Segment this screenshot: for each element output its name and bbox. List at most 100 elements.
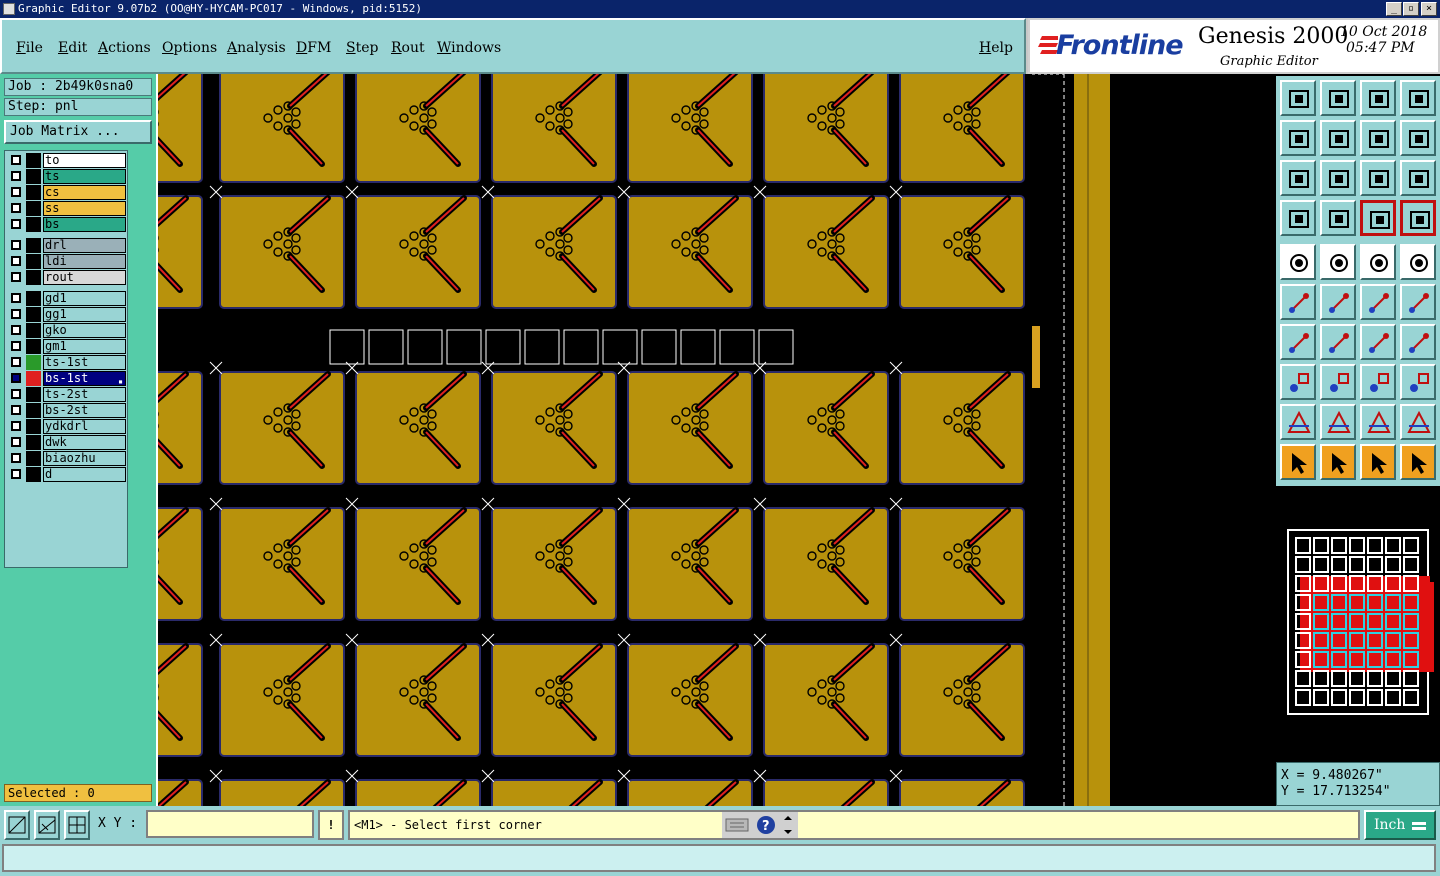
- select-button[interactable]: [1280, 444, 1316, 480]
- layer-checkbox[interactable]: [11, 155, 21, 165]
- layer-name[interactable]: gg1: [43, 307, 126, 322]
- query-button[interactable]: [1400, 160, 1436, 196]
- layer-checkbox[interactable]: [11, 357, 21, 367]
- grid-button[interactable]: [64, 810, 90, 840]
- menu-windows[interactable]: Windows: [437, 40, 501, 56]
- measure-button[interactable]: [1360, 244, 1396, 280]
- layer-name[interactable]: bs: [43, 217, 126, 232]
- keyboard-icon[interactable]: [725, 818, 749, 832]
- link-button[interactable]: [1400, 284, 1436, 320]
- layer-row-ldi[interactable]: ldi: [8, 254, 126, 269]
- panel-overview[interactable]: [1276, 486, 1440, 762]
- select-path-button[interactable]: [1400, 444, 1436, 480]
- maximize-button[interactable]: ▫: [1403, 2, 1419, 16]
- grid-button[interactable]: [1320, 200, 1356, 236]
- open-button[interactable]: [1280, 80, 1316, 116]
- zoom-left-button[interactable]: [1280, 120, 1316, 156]
- layer-row-to[interactable]: to: [8, 153, 126, 168]
- layer-checkbox[interactable]: [11, 272, 21, 282]
- undo-button[interactable]: [1360, 120, 1396, 156]
- exclamation-button[interactable]: !: [318, 810, 344, 840]
- layer-checkbox[interactable]: [11, 341, 21, 351]
- layer-checkbox[interactable]: [11, 421, 21, 431]
- layer-name[interactable]: ts: [43, 169, 126, 184]
- layer-checkbox[interactable]: [11, 187, 21, 197]
- layer-name[interactable]: rout: [43, 270, 126, 285]
- layer-name[interactable]: cs: [43, 185, 126, 200]
- layer-checkbox[interactable]: [11, 453, 21, 463]
- polygon-c-button[interactable]: [1360, 404, 1396, 440]
- layer-name[interactable]: ts-1st: [43, 355, 126, 370]
- color-button[interactable]: [1280, 364, 1316, 400]
- layer-name[interactable]: gko: [43, 323, 126, 338]
- layer-name[interactable]: ldi: [43, 254, 126, 269]
- layer-name[interactable]: biaozhu: [43, 451, 126, 466]
- layer-row-gd1[interactable]: gd1: [8, 291, 126, 306]
- ruler-button[interactable]: [1280, 200, 1316, 236]
- layers-b-button[interactable]: [1400, 200, 1436, 236]
- menu-help[interactable]: Help: [979, 40, 1013, 56]
- layer-row-bs-1st[interactable]: bs-1st ▪: [8, 371, 126, 386]
- snap-button[interactable]: [4, 810, 30, 840]
- window-button[interactable]: [1400, 80, 1436, 116]
- layer-row-bs-2st[interactable]: bs-2st: [8, 403, 126, 418]
- layer-row-cs[interactable]: cs: [8, 185, 126, 200]
- layer-checkbox[interactable]: [11, 405, 21, 415]
- polygon-b-button[interactable]: [1320, 404, 1356, 440]
- layer-name[interactable]: bs-2st: [43, 403, 126, 418]
- layers-a-button[interactable]: [1360, 200, 1396, 236]
- layer-checkbox[interactable]: [11, 171, 21, 181]
- node-button[interactable]: [1280, 284, 1316, 320]
- layer-row-drl[interactable]: drl: [8, 238, 126, 253]
- layer-row-ts-1st[interactable]: ts-1st: [8, 355, 126, 370]
- layer-name[interactable]: bs-1st ▪: [43, 371, 126, 386]
- menu-actions[interactable]: Actions: [98, 40, 151, 56]
- home-button[interactable]: [1360, 80, 1396, 116]
- graphic-canvas[interactable]: [156, 74, 1110, 806]
- layer-name[interactable]: ss: [43, 201, 126, 216]
- job-matrix-button[interactable]: Job Matrix ...: [4, 120, 152, 144]
- polygon-d-button[interactable]: [1400, 404, 1436, 440]
- layer-name[interactable]: to: [43, 153, 126, 168]
- layer-row-dwk[interactable]: dwk: [8, 435, 126, 450]
- layer-checkbox[interactable]: [11, 309, 21, 319]
- layer-row-ts-2st[interactable]: ts-2st: [8, 387, 126, 402]
- layer-name[interactable]: drl: [43, 238, 126, 253]
- layer-checkbox[interactable]: [11, 203, 21, 213]
- select-net-button[interactable]: [1360, 444, 1396, 480]
- group-button[interactable]: [1400, 364, 1436, 400]
- layer-name[interactable]: gd1: [43, 291, 126, 306]
- xy-input[interactable]: [146, 810, 314, 838]
- cross-button[interactable]: [1320, 284, 1356, 320]
- layer-checkbox[interactable]: [11, 219, 21, 229]
- arc-button[interactable]: [1360, 324, 1396, 360]
- redo-button[interactable]: [1400, 120, 1436, 156]
- layer-row-ydkdrl[interactable]: ydkdrl: [8, 419, 126, 434]
- layer-checkbox[interactable]: [11, 240, 21, 250]
- save-button[interactable]: [1320, 80, 1356, 116]
- ratio-button[interactable]: [1360, 160, 1396, 196]
- layer-row-biaozhu[interactable]: biaozhu: [8, 451, 126, 466]
- layer-row-gko[interactable]: gko: [8, 323, 126, 338]
- split-button[interactable]: [1320, 364, 1356, 400]
- layer-checkbox[interactable]: [11, 469, 21, 479]
- flip-button[interactable]: [1400, 324, 1436, 360]
- display-button[interactable]: [1280, 244, 1316, 280]
- layer-row-gm1[interactable]: gm1: [8, 339, 126, 354]
- layer-checkbox[interactable]: [11, 256, 21, 266]
- layer-name[interactable]: d: [43, 467, 126, 482]
- spin-arrows-icon[interactable]: [784, 816, 792, 834]
- menu-analysis[interactable]: Analysis: [227, 40, 286, 56]
- menu-rout[interactable]: Rout: [391, 40, 425, 56]
- layer-checkbox[interactable]: [11, 389, 21, 399]
- fill-button[interactable]: [1320, 244, 1356, 280]
- menu-file[interactable]: File: [16, 40, 43, 56]
- layer-name[interactable]: dwk: [43, 435, 126, 450]
- help-icon[interactable]: ?: [757, 816, 775, 834]
- layer-row-ts[interactable]: ts: [8, 169, 126, 184]
- layer-name[interactable]: gm1: [43, 339, 126, 354]
- layer-checkbox[interactable]: [11, 373, 21, 383]
- menu-options[interactable]: Options: [162, 40, 217, 56]
- layer-name[interactable]: ts-2st: [43, 387, 126, 402]
- center-button[interactable]: [1320, 160, 1356, 196]
